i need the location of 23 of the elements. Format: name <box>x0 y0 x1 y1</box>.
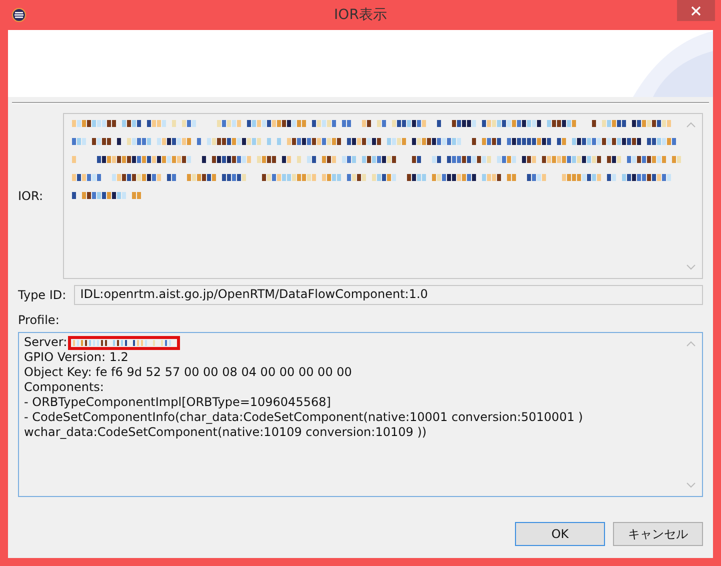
profile-line: Object Key: fe f6 9d 52 57 00 00 08 04 00 00 00 00 00 <box>24 365 353 380</box>
scroll-down-icon[interactable] <box>686 482 696 488</box>
profile-label: Profile: <box>18 313 60 327</box>
scroll-up-icon[interactable] <box>686 341 696 347</box>
type-id-field[interactable]: IDL:openrtm.aist.go.jp/OpenRTM/DataFlowComponent:1.0 <box>74 285 703 305</box>
ior-label: IOR: <box>18 189 43 203</box>
profile-line: Components: <box>24 380 105 395</box>
cancel-button[interactable]: キャンセル <box>613 522 703 546</box>
close-button[interactable] <box>677 0 715 21</box>
profile-text-area[interactable] <box>18 332 703 497</box>
scroll-down-icon[interactable] <box>686 264 696 270</box>
server-label: Server: <box>24 335 68 350</box>
close-icon <box>691 6 701 16</box>
scroll-up-icon[interactable] <box>686 122 696 128</box>
ior-text-area[interactable] <box>63 113 703 279</box>
profile-line: wchar_data:CodeSetComponent(native:10109 conversion:10109 )) <box>24 425 428 440</box>
profile-line: - ORBTypeComponentImpl[ORBType=1096045568] <box>24 395 332 410</box>
ok-button[interactable]: OK <box>515 522 605 546</box>
type-id-label: Type ID: <box>18 288 66 302</box>
window-title: IOR表示 <box>333 6 388 24</box>
profile-line: - CodeSetComponentInfo(char_data:CodeSetComponent(native:10001 conversion:5010001 ) <box>24 410 584 425</box>
profile-line: GPIO Version: 1.2 <box>24 350 130 365</box>
app-icon <box>12 8 26 22</box>
